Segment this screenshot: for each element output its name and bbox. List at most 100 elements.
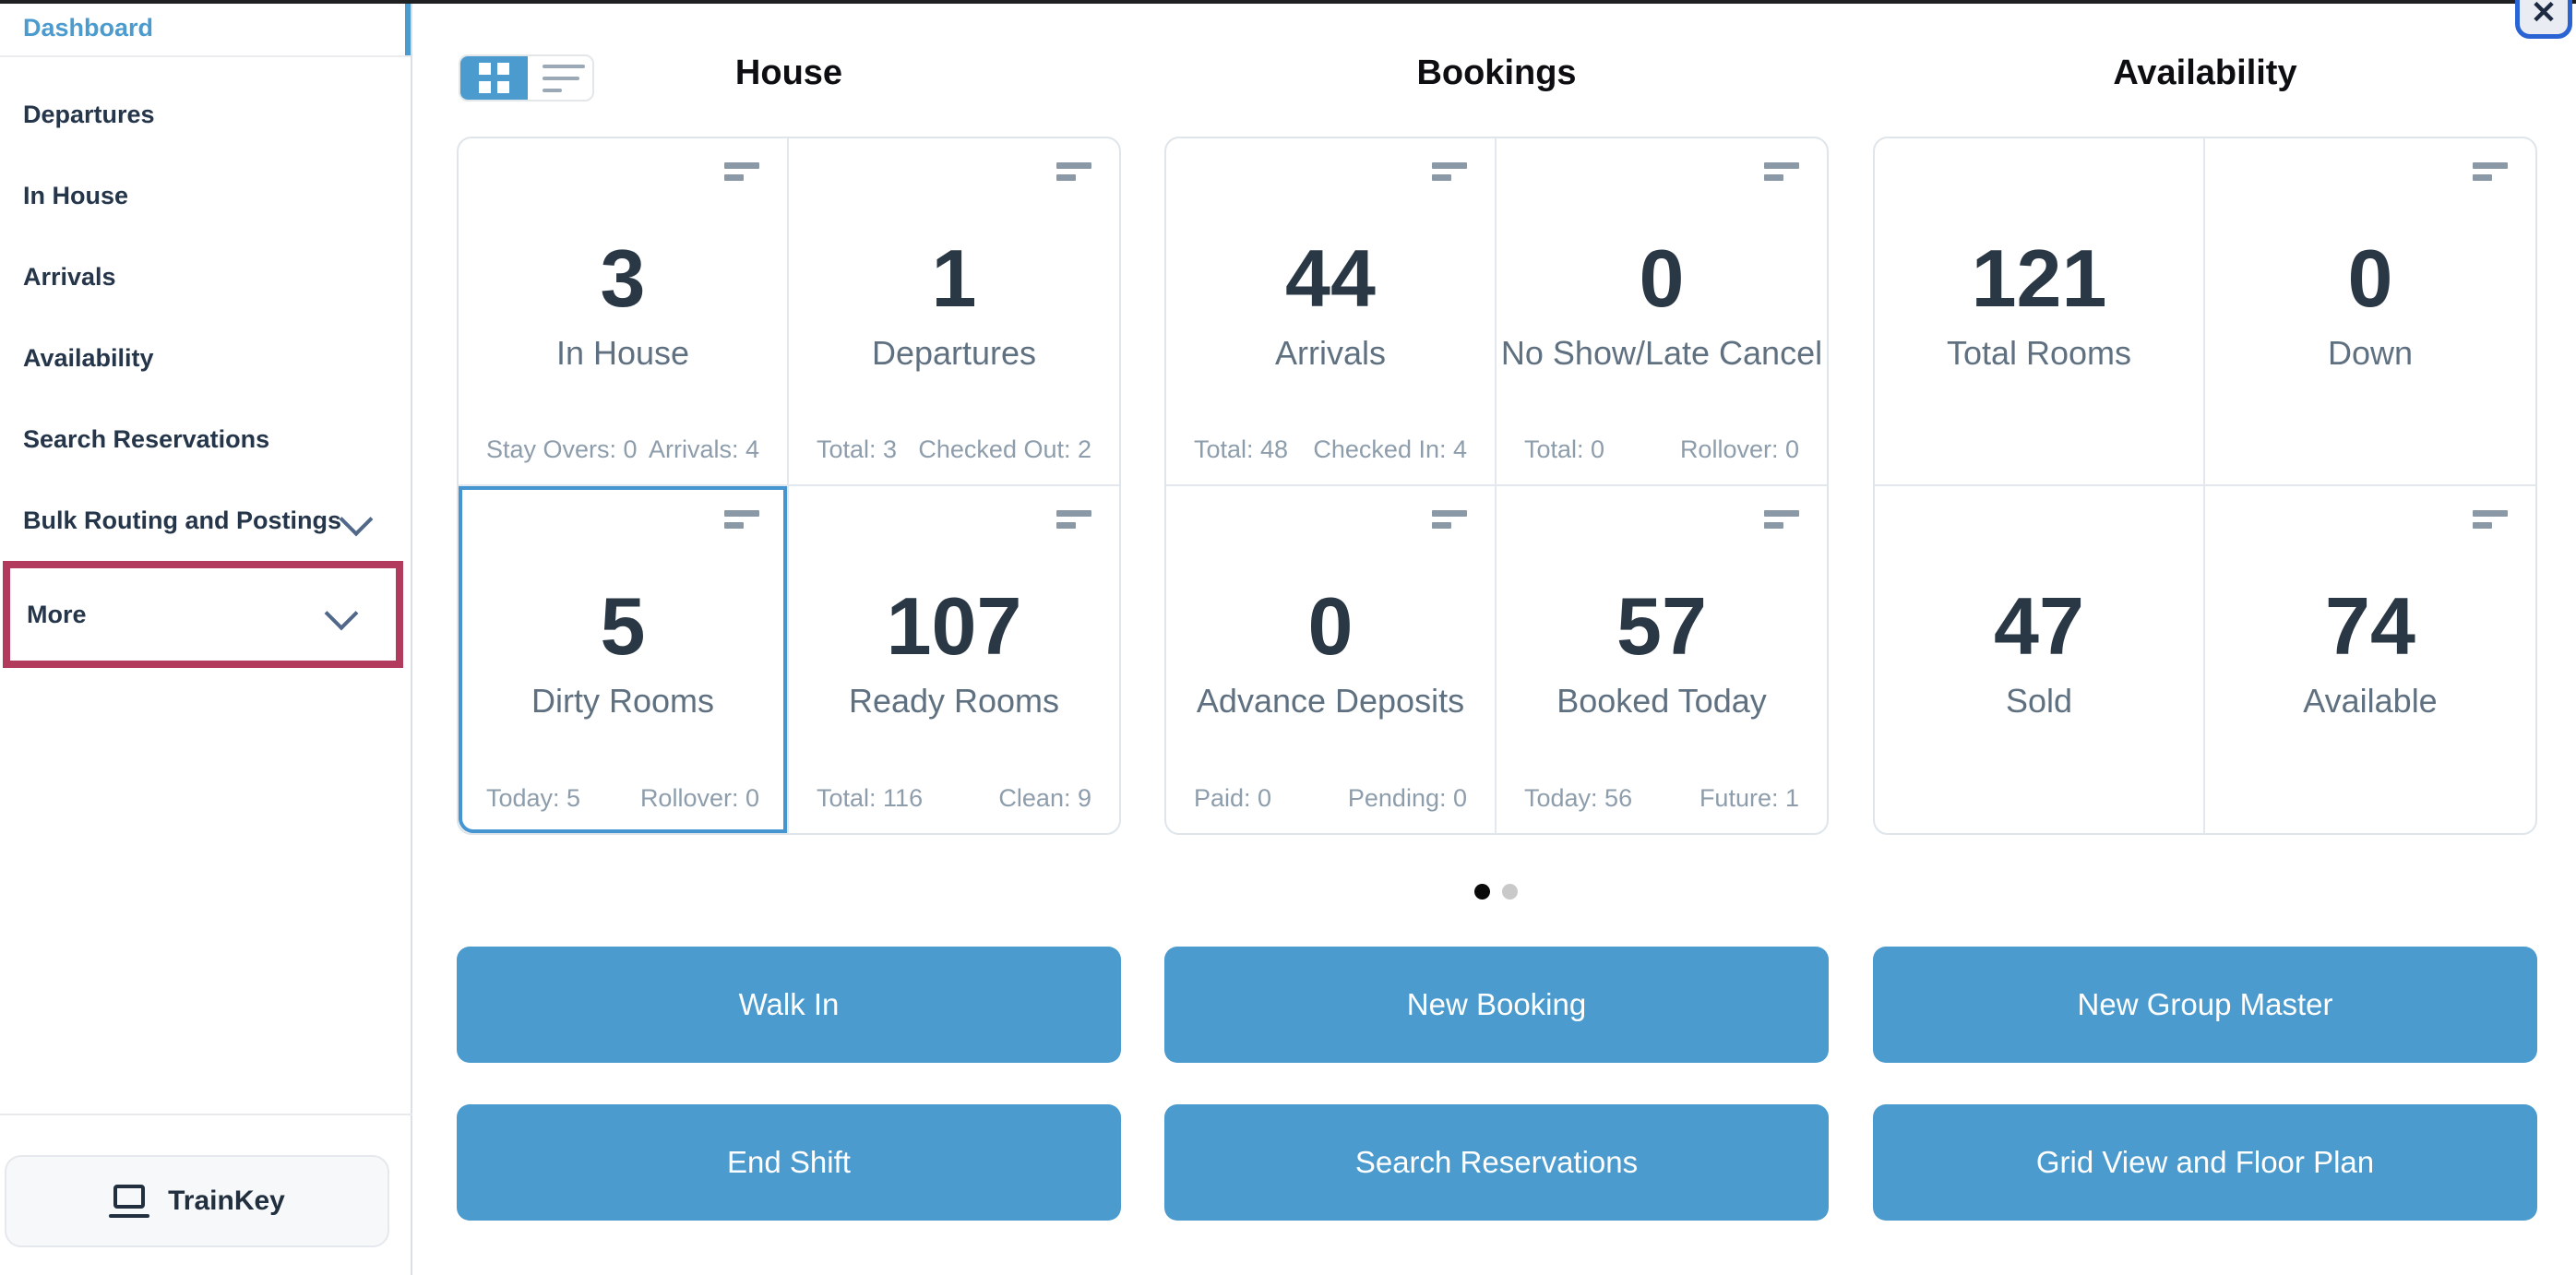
sidebar-item-bulk-routing[interactable]: Bulk Routing and Postings <box>0 480 411 561</box>
stat-card-in-house[interactable]: 3 In House Stay Overs: 0 Arrivals: 4 <box>459 138 789 486</box>
stat-label: Available <box>2303 681 2438 720</box>
sidebar: Dashboard Departures In House Arrivals A… <box>0 0 412 1275</box>
stat-footer-left: Stay Overs: 0 <box>486 435 638 463</box>
grid-view-floor-plan-button[interactable]: Grid View and Floor Plan <box>1873 1104 2537 1221</box>
stat-label: Advance Deposits <box>1196 681 1465 720</box>
new-booking-button[interactable]: New Booking <box>1164 947 1829 1063</box>
sidebar-item-in-house[interactable]: In House <box>0 155 411 236</box>
section-title-bookings: Bookings <box>1416 54 1577 92</box>
stat-value: 47 <box>1994 579 2084 672</box>
trainkey-label: TrainKey <box>168 1186 285 1216</box>
stat-card-down[interactable]: 0 Down <box>2205 138 2535 486</box>
stat-footer-right: Checked Out: 2 <box>918 435 1091 463</box>
stat-footer-left: Today: 5 <box>486 784 581 812</box>
sidebar-item-label: Dashboard <box>23 13 154 42</box>
stat-label: Sold <box>2005 681 2073 720</box>
stat-card-sold[interactable]: 47 Sold <box>1875 485 2205 833</box>
sidebar-divider <box>0 1114 412 1115</box>
stat-label: Down <box>2327 334 2414 372</box>
stat-card-dirty-rooms[interactable]: 5 Dirty Rooms Today: 5 Rollover: 0 <box>459 485 789 833</box>
new-group-master-button[interactable]: New Group Master <box>1873 947 2537 1063</box>
sidebar-item-label: Bulk Routing and Postings <box>23 506 341 534</box>
card-menu-icon[interactable] <box>1056 162 1091 186</box>
stat-label: In House <box>555 334 690 372</box>
end-shift-button[interactable]: End Shift <box>457 1104 1121 1221</box>
stat-card-ready-rooms[interactable]: 107 Ready Rooms Total: 116 Clean: 9 <box>789 486 1119 834</box>
stat-label: Total Rooms <box>1946 334 2132 372</box>
card-menu-icon[interactable] <box>1432 509 1467 534</box>
stat-label: Ready Rooms <box>848 681 1060 720</box>
window-top-edge <box>0 0 2576 4</box>
card-menu-icon[interactable] <box>1764 509 1799 534</box>
stat-label: No Show/Late Cancel <box>1500 334 1823 372</box>
trainkey-button[interactable]: TrainKey <box>5 1155 389 1247</box>
stat-value: 0 <box>2347 232 2393 324</box>
availability-card-group: 121 Total Rooms 0 Down 47 Sold 74 Availa… <box>1873 137 2537 835</box>
sidebar-item-label: Availability <box>23 343 154 372</box>
stat-value: 57 <box>1616 579 1707 672</box>
active-indicator <box>405 0 411 55</box>
chevron-down-icon <box>344 506 366 528</box>
stat-card-available[interactable]: 74 Available <box>2205 486 2535 834</box>
stat-value: 44 <box>1285 232 1376 324</box>
stat-footer-right: Checked In: 4 <box>1313 435 1467 463</box>
sidebar-item-more[interactable]: More <box>3 561 403 668</box>
stat-footer-left: Total: 48 <box>1194 435 1289 463</box>
stat-footer-right: Arrivals: 4 <box>648 435 759 463</box>
stat-footer-left: Total: 3 <box>817 435 898 463</box>
sidebar-item-availability[interactable]: Availability <box>0 317 411 399</box>
stat-value: 107 <box>886 579 1022 672</box>
stat-value: 121 <box>1971 232 2107 324</box>
stat-footer-left: Today: 56 <box>1524 784 1633 812</box>
carousel-pagination <box>1474 884 1518 900</box>
section-title-house: House <box>734 54 843 92</box>
stat-footer-right: Rollover: 0 <box>1679 435 1799 463</box>
stat-label: Booked Today <box>1556 681 1767 720</box>
stat-value: 0 <box>1307 579 1354 672</box>
laptop-icon <box>109 1185 150 1218</box>
card-menu-icon[interactable] <box>1056 509 1091 534</box>
stat-card-no-show[interactable]: 0 No Show/Late Cancel Total: 0 Rollover: … <box>1497 138 1827 486</box>
stat-card-departures[interactable]: 1 Departures Total: 3 Checked Out: 2 <box>789 138 1119 486</box>
section-title-availability: Availability <box>2113 54 2297 92</box>
stat-value: 0 <box>1639 232 1685 324</box>
stat-value: 1 <box>931 232 977 324</box>
stat-value: 74 <box>2325 579 2415 672</box>
sidebar-item-label: Search Reservations <box>23 424 270 453</box>
stat-footer-right: Clean: 9 <box>998 784 1091 812</box>
sidebar-item-arrivals[interactable]: Arrivals <box>0 236 411 317</box>
close-button[interactable]: ✕ <box>2515 0 2572 39</box>
card-menu-icon[interactable] <box>1432 162 1467 186</box>
stat-footer-left: Paid: 0 <box>1194 784 1272 812</box>
close-icon: ✕ <box>2530 0 2558 30</box>
stat-card-arrivals[interactable]: 44 Arrivals Total: 48 Checked In: 4 <box>1166 138 1497 486</box>
walk-in-button[interactable]: Walk In <box>457 947 1121 1063</box>
card-menu-icon[interactable] <box>724 162 759 186</box>
card-menu-icon[interactable] <box>724 509 759 534</box>
stat-card-total-rooms[interactable]: 121 Total Rooms <box>1875 138 2205 486</box>
card-menu-icon[interactable] <box>2473 509 2508 534</box>
card-menu-icon[interactable] <box>2473 162 2508 186</box>
house-card-group: 3 In House Stay Overs: 0 Arrivals: 4 1 De… <box>457 137 1121 835</box>
page-dot-2[interactable] <box>1502 884 1518 900</box>
sidebar-item-label: More <box>27 600 87 628</box>
bookings-card-group: 44 Arrivals Total: 48 Checked In: 4 0 No … <box>1164 137 1829 835</box>
sidebar-item-dashboard[interactable]: Dashboard <box>0 0 411 57</box>
sidebar-item-departures[interactable]: Departures <box>0 74 411 155</box>
chevron-down-icon <box>329 600 352 622</box>
sidebar-nav: Departures In House Arrivals Availabilit… <box>0 57 411 668</box>
card-menu-icon[interactable] <box>1764 162 1799 186</box>
stat-footer-right: Future: 1 <box>1699 784 1799 812</box>
stat-footer-left: Total: 0 <box>1524 435 1605 463</box>
sidebar-item-search-reservations[interactable]: Search Reservations <box>0 399 411 480</box>
stat-value: 3 <box>600 232 646 324</box>
stat-footer-left: Total: 116 <box>817 784 924 812</box>
search-reservations-button[interactable]: Search Reservations <box>1164 1104 1829 1221</box>
stat-footer-right: Rollover: 0 <box>639 784 759 812</box>
stat-card-booked-today[interactable]: 57 Booked Today Today: 56 Future: 1 <box>1497 486 1827 834</box>
stat-card-advance-deposits[interactable]: 0 Advance Deposits Paid: 0 Pending: 0 <box>1166 485 1497 833</box>
stat-label: Arrivals <box>1274 334 1386 372</box>
page-dot-1[interactable] <box>1474 884 1490 900</box>
sidebar-item-label: In House <box>23 181 129 209</box>
stat-label: Departures <box>871 334 1037 372</box>
